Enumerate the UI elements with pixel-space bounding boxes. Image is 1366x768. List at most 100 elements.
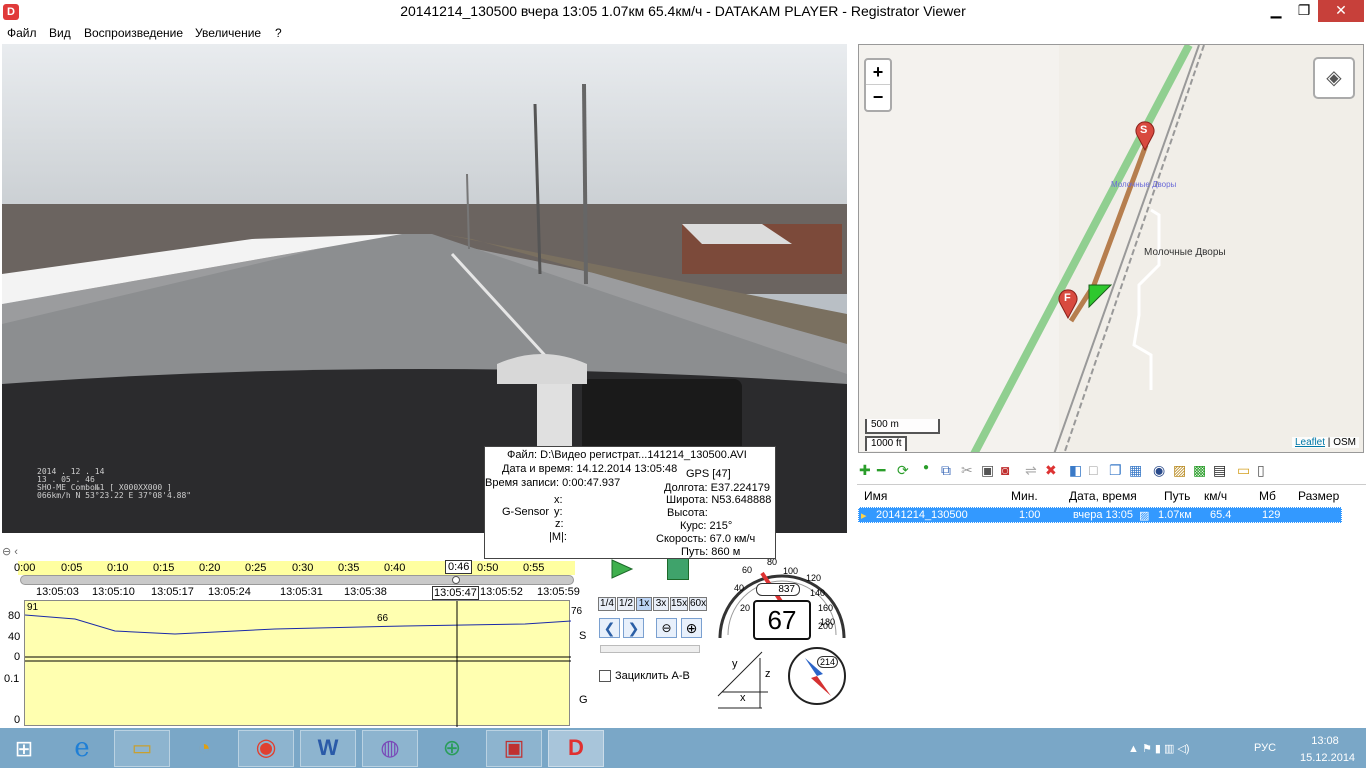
ie-icon[interactable]: e [54, 730, 110, 767]
remove-icon[interactable]: ━ [877, 462, 885, 479]
refresh-icon[interactable]: ⟳ [897, 462, 909, 479]
link-icon[interactable]: ⇌ [1025, 462, 1037, 479]
table-row[interactable]: ▸ 20141214_130500 1:00 вчера 13:05 ▨ 1.0… [858, 507, 1342, 523]
camera-icon[interactable]: ◙ [1001, 462, 1009, 478]
axis-x-label: x [740, 692, 746, 704]
col-header-size[interactable]: Размер [1298, 489, 1339, 503]
row-speed: 65.4 [1210, 509, 1232, 521]
copy-icon[interactable]: ⧉ [941, 462, 951, 479]
map-label-village-small: Молочные Дворы [1111, 180, 1177, 189]
language-indicator[interactable]: РУС [1254, 742, 1276, 754]
windows-icon[interactable]: ❐ [1109, 462, 1122, 479]
info-gsensor-x: x: [554, 494, 563, 506]
next-frame-button[interactable]: ❯ [623, 618, 644, 638]
save-icon[interactable]: ▣ [981, 462, 994, 479]
map-attribution: Leaflet | OSM [1292, 437, 1359, 448]
clock[interactable]: 13:08 15.12.2014 [1300, 735, 1355, 764]
menu-view[interactable]: Вид [49, 26, 71, 40]
play-button[interactable] [610, 558, 634, 580]
map-scale-metric: 500 m [865, 419, 940, 434]
col-header-datetime[interactable]: Дата, время [1069, 489, 1137, 503]
timeline-slider[interactable] [20, 575, 574, 585]
prev-frame-button[interactable]: ❮ [599, 618, 620, 638]
download-icon[interactable]: ⊕ [424, 730, 480, 767]
grid-icon[interactable]: ▦ [1129, 462, 1142, 479]
graph-label-end: 76 [571, 606, 583, 617]
close-button[interactable]: ✕ [1318, 0, 1364, 22]
zoom-out-timeline-icon[interactable]: ⊖ ‹ [2, 545, 18, 558]
menu-zoom[interactable]: Увеличение [195, 26, 261, 40]
speed-graph[interactable]: 91 66 [24, 600, 572, 727]
image-icon[interactable]: ▩ [1193, 462, 1206, 479]
timeline-ruler[interactable]: 0:00 0:05 0:10 0:15 0:20 0:25 0:30 0:35 … [14, 560, 575, 575]
col-header-name[interactable]: Имя [864, 489, 887, 503]
speed-tick: 20 [740, 603, 751, 613]
menu-file[interactable]: Файл [7, 26, 37, 40]
dot-icon[interactable]: ● [923, 462, 929, 473]
map-zoom-out-button[interactable]: − [866, 85, 890, 110]
zoom-out-icon[interactable]: ⊖ [656, 618, 677, 638]
speed-3x-button[interactable]: 3x [653, 597, 669, 611]
minimize-button[interactable]: ▁ [1262, 0, 1290, 22]
col-header-min[interactable]: Мин. [1011, 489, 1038, 503]
pdf-icon[interactable]: ▣ [486, 730, 542, 767]
graph-label-start: 91 [27, 602, 39, 613]
compass: 214 [787, 646, 847, 706]
speed-1-4-button[interactable]: 1/4 [598, 597, 616, 611]
maximize-button[interactable]: ❐ [1290, 0, 1318, 22]
volume-slider[interactable] [600, 645, 700, 653]
speed-1-2-button[interactable]: 1/2 [617, 597, 635, 611]
filelist-toolbar: ✚ ━ ⟳ ● ⧉ ✂ ▣ ◙ ⇌ ✖ ◧ □ ❐ ▦ ◉ ▨ ▩ ▤ ▭ ▯ [859, 462, 1279, 480]
loop-ab-checkbox[interactable] [599, 670, 611, 682]
clock-tick: 13:05:52 [480, 586, 523, 598]
speed-tick: 40 [734, 583, 745, 593]
document-icon[interactable]: ▯ [1257, 462, 1265, 479]
clock-tick: 13:05:10 [92, 586, 135, 598]
start-marker[interactable]: S [1135, 121, 1155, 152]
timeline-clock: 13:05:03 13:05:10 13:05:17 13:05:24 13:0… [18, 585, 580, 600]
speed-tick: 100 [783, 566, 799, 576]
info-popup: Файл: D:\Видео регистрат...141214_130500… [484, 446, 776, 559]
stop-button[interactable] [667, 558, 689, 580]
speed-line [24, 614, 572, 635]
leaflet-link[interactable]: Leaflet [1295, 437, 1325, 448]
col-header-speed[interactable]: км/ч [1204, 489, 1227, 503]
chart-icon[interactable]: ▨ [1173, 462, 1186, 479]
folder-icon[interactable]: ▭ [1237, 462, 1250, 479]
explorer-icon[interactable]: ▭ [114, 730, 170, 767]
globe-icon[interactable]: ◉ [1153, 462, 1165, 479]
ruler-tick: 0:25 [245, 562, 267, 574]
col-header-path[interactable]: Путь [1164, 489, 1190, 503]
map-tiles [859, 45, 1205, 452]
finish-marker[interactable]: F [1058, 289, 1078, 320]
picasa-icon[interactable]: ◔ [176, 730, 232, 767]
speed-60x-button[interactable]: 60x [689, 597, 707, 611]
add-icon[interactable]: ✚ [859, 462, 871, 479]
start-button[interactable]: ⊞ [10, 736, 38, 762]
speed-1x-button[interactable]: 1x [636, 597, 652, 611]
tray-icons[interactable]: ▲ ⚑ ▮ ▥ ◁) [1128, 742, 1190, 755]
export-icon[interactable]: ◧ [1069, 462, 1082, 479]
axis-z-label: z [765, 668, 771, 680]
map-panel[interactable]: + − ◈ S F Молочные Дворы Молочные Дворы … [858, 44, 1364, 453]
speed-15x-button[interactable]: 15x [670, 597, 688, 611]
timeline-handle[interactable] [452, 576, 460, 584]
word-icon[interactable]: W [300, 730, 356, 767]
info-gps: GPS [47] [686, 468, 731, 480]
cut-icon[interactable]: ✂ [961, 462, 973, 479]
menu-help[interactable]: ? [275, 26, 282, 40]
datakam-taskbar-icon[interactable]: D [548, 730, 604, 767]
zoom-in-icon[interactable]: ⊕ [681, 618, 702, 638]
viber-icon[interactable]: ◍ [362, 730, 418, 767]
chrome-icon[interactable]: ◉ [238, 730, 294, 767]
map-zoom-in-button[interactable]: + [866, 60, 890, 85]
menu-playback[interactable]: Воспроизведение [84, 26, 183, 40]
gsensor-axes: y z x [712, 648, 782, 713]
delete-icon[interactable]: ✖ [1045, 462, 1057, 479]
frame-icon[interactable]: □ [1089, 462, 1097, 478]
film-icon[interactable]: ▤ [1213, 462, 1226, 479]
axis-y-label: y [732, 658, 738, 670]
layers-icon[interactable]: ◈ [1313, 57, 1355, 99]
col-header-mb[interactable]: Мб [1259, 489, 1276, 503]
info-file: Файл: D:\Видео регистрат...141214_130500… [507, 449, 747, 461]
